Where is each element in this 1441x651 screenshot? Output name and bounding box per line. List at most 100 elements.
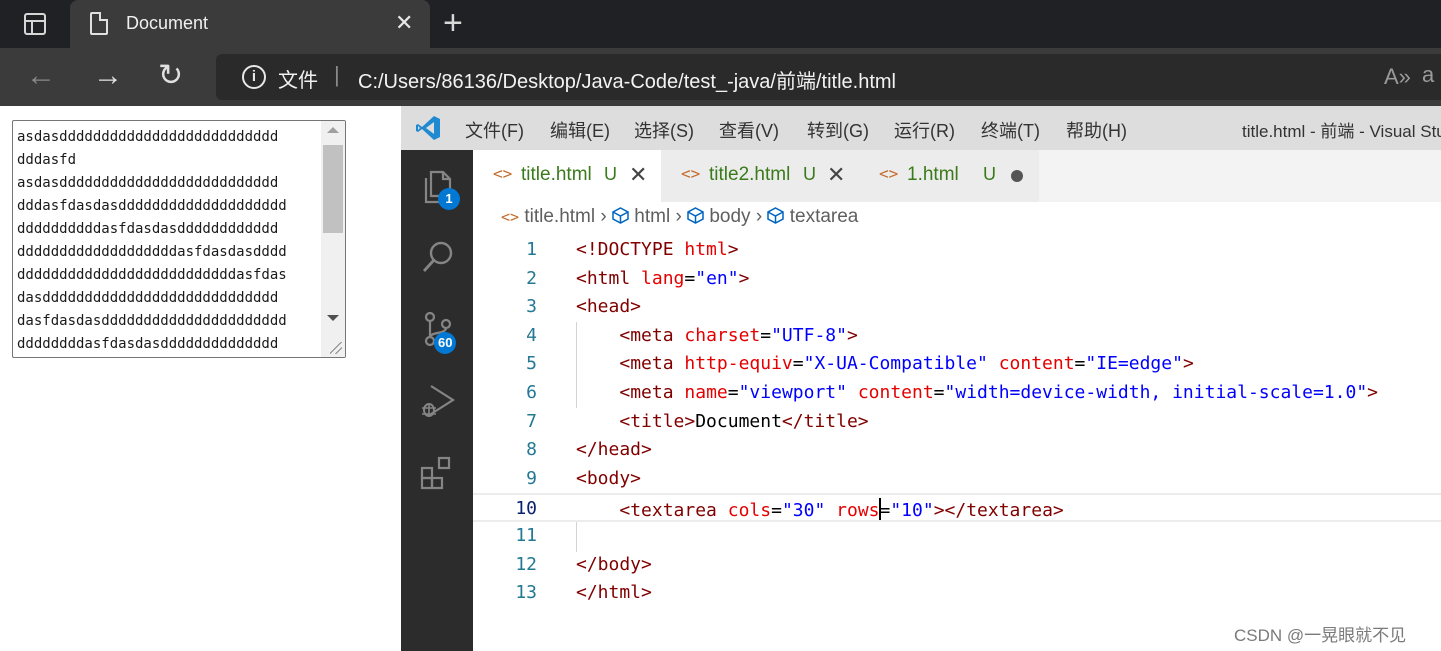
code-line[interactable]: 2 <html lang="en"> xyxy=(473,265,1441,294)
code-line[interactable]: 11 xyxy=(473,522,1441,551)
code-line[interactable]: 3 <head> xyxy=(473,293,1441,322)
code-token: </head> xyxy=(576,439,652,461)
code-token: charset xyxy=(684,324,761,346)
vscode-title-bar: 文件(F) 编辑(E) 选择(S) 查看(V) 转到(G) 运行(R) 终端(T… xyxy=(401,106,1441,150)
code-line[interactable]: 8 </head> xyxy=(473,436,1441,465)
browser-tab[interactable]: Document ✕ xyxy=(70,0,430,48)
code-line[interactable]: 10 <textarea cols="30" rows="10"></texta… xyxy=(473,493,1441,522)
code-line[interactable]: 5 <meta http-equiv="X-UA-Compatible" con… xyxy=(473,350,1441,379)
textarea-text: asdasdddddddddddddddddddddddddd dddasfd … xyxy=(17,129,287,352)
code-line[interactable]: 6 <meta name="viewport" content="width=d… xyxy=(473,379,1441,408)
close-icon[interactable]: ✕ xyxy=(629,162,647,188)
code-token: > xyxy=(1367,382,1378,403)
code-line[interactable]: 12 </body> xyxy=(473,551,1441,580)
reload-icon[interactable]: ↻ xyxy=(158,58,183,94)
code-token: lang xyxy=(641,267,685,289)
new-tab-icon[interactable]: + xyxy=(443,6,463,40)
line-number: 2 xyxy=(526,267,537,289)
tab-label: title.html xyxy=(521,164,592,185)
read-aloud-icon[interactable]: A» xyxy=(1384,64,1411,90)
code-token: "width=device-width, initial-scale=1.0" xyxy=(944,382,1368,403)
address-separator: | xyxy=(334,62,340,87)
code-text: <html lang="en"> xyxy=(576,268,749,289)
line-number: 9 xyxy=(526,467,537,489)
code-line[interactable]: 13 </html> xyxy=(473,579,1441,608)
code-token: http-equiv xyxy=(684,353,793,375)
chevron-right-icon: › xyxy=(755,206,763,227)
tab-status: U xyxy=(983,164,996,184)
browser-tab-bar: Document ✕ + xyxy=(0,0,1441,48)
code-text: <title>Document</title> xyxy=(576,411,868,432)
code-token: <body> xyxy=(576,467,642,489)
run-debug-icon[interactable] xyxy=(419,382,457,420)
tab-status: U xyxy=(803,164,816,184)
back-arrow-icon[interactable]: ← xyxy=(26,58,56,94)
tab-actions-icon[interactable] xyxy=(24,13,46,35)
scrollbar-thumb[interactable] xyxy=(323,145,343,233)
html-file-icon: <> xyxy=(493,164,513,183)
menu-terminal[interactable]: 终端(T) xyxy=(981,117,1040,143)
info-icon[interactable]: i xyxy=(242,65,266,89)
menu-help[interactable]: 帮助(H) xyxy=(1066,117,1127,143)
menu-selection[interactable]: 选择(S) xyxy=(634,117,694,143)
code-token: = xyxy=(684,267,696,289)
code-token: "UTF-8" xyxy=(771,324,847,346)
tab-1-html[interactable]: <> 1.html U xyxy=(859,150,1039,202)
menu-file[interactable]: 文件(F) xyxy=(465,117,524,143)
breadcrumb-textarea[interactable]: textarea xyxy=(790,206,859,227)
breadcrumb-file[interactable]: title.html xyxy=(524,206,595,227)
line-number: 8 xyxy=(526,439,537,461)
forward-arrow-icon[interactable]: → xyxy=(93,58,123,94)
code-token: rows xyxy=(836,500,880,522)
code-text: </head> xyxy=(576,439,652,460)
menu-view[interactable]: 查看(V) xyxy=(719,117,779,143)
code-token: html xyxy=(684,239,728,260)
breadcrumb-body[interactable]: body xyxy=(709,206,750,227)
window-title: title.html - 前端 - Visual Studio Code xyxy=(1242,122,1441,141)
code-token: </body> xyxy=(576,553,652,575)
scroll-up-icon[interactable] xyxy=(327,127,339,133)
code-token: content xyxy=(857,382,934,403)
menu-run[interactable]: 运行(R) xyxy=(894,117,955,143)
code-line[interactable]: 7 <title>Document</title> xyxy=(473,408,1441,437)
code-line[interactable]: 9 <body> xyxy=(473,465,1441,494)
close-tab-icon[interactable]: ✕ xyxy=(395,10,413,36)
menu-edit[interactable]: 编辑(E) xyxy=(550,117,610,143)
close-icon[interactable]: ✕ xyxy=(827,162,845,188)
resize-grip-icon[interactable] xyxy=(330,342,342,354)
breadcrumb-html[interactable]: html xyxy=(634,206,670,227)
code-token: <meta xyxy=(619,353,685,375)
code-line[interactable]: 4 <meta charset="UTF-8"> xyxy=(473,322,1441,351)
address-url[interactable]: C:/Users/86136/Desktop/Java-Code/test_-j… xyxy=(358,65,896,94)
element-cube-icon xyxy=(612,207,629,224)
tab-label: 1.html xyxy=(907,164,959,185)
address-bar[interactable]: i 文件 | C:/Users/86136/Desktop/Java-Code/… xyxy=(216,54,1441,100)
tab-title2-html[interactable]: <> title2.html U ✕ xyxy=(661,150,859,202)
code-text: <meta name="viewport" content="width=dev… xyxy=(576,382,1378,403)
code-text: </html> xyxy=(576,582,652,603)
code-text: <meta http-equiv="X-UA-Compatible" conte… xyxy=(576,353,1193,375)
line-number: 6 xyxy=(526,382,537,403)
browser-toolbar: ← → ↻ i 文件 | C:/Users/86136/Desktop/Java… xyxy=(0,48,1441,106)
editor-tabs: <> title.html U ✕ <> title2.html U ✕ <> … xyxy=(473,150,1441,202)
tab-title-html[interactable]: <> title.html U ✕ xyxy=(473,150,661,202)
code-editor[interactable]: 1 <!DOCTYPE html> 2 <html lang="en"> 3 <head>… xyxy=(473,236,1441,651)
search-icon[interactable] xyxy=(419,238,457,276)
line-number: 7 xyxy=(526,410,537,432)
unsaved-dot-icon[interactable] xyxy=(1011,170,1023,182)
menu-go[interactable]: 转到(G) xyxy=(807,117,869,143)
vscode-window: 文件(F) 编辑(E) 选择(S) 查看(V) 转到(G) 运行(R) 终端(T… xyxy=(401,106,1441,651)
textarea-scrollbar[interactable] xyxy=(321,121,345,357)
watermark: CSDN @一晃眼就不见 xyxy=(1234,626,1407,645)
page-textarea[interactable]: asdasdddddddddddddddddddddddddd dddasfd … xyxy=(12,120,346,358)
code-line[interactable]: 1 <!DOCTYPE html> xyxy=(473,236,1441,265)
extensions-icon[interactable] xyxy=(419,454,457,492)
code-token: <head> xyxy=(576,296,642,318)
more-options-icon[interactable]: a xyxy=(1422,62,1434,88)
code-token: > xyxy=(846,324,858,346)
scroll-down-icon[interactable] xyxy=(327,315,339,321)
